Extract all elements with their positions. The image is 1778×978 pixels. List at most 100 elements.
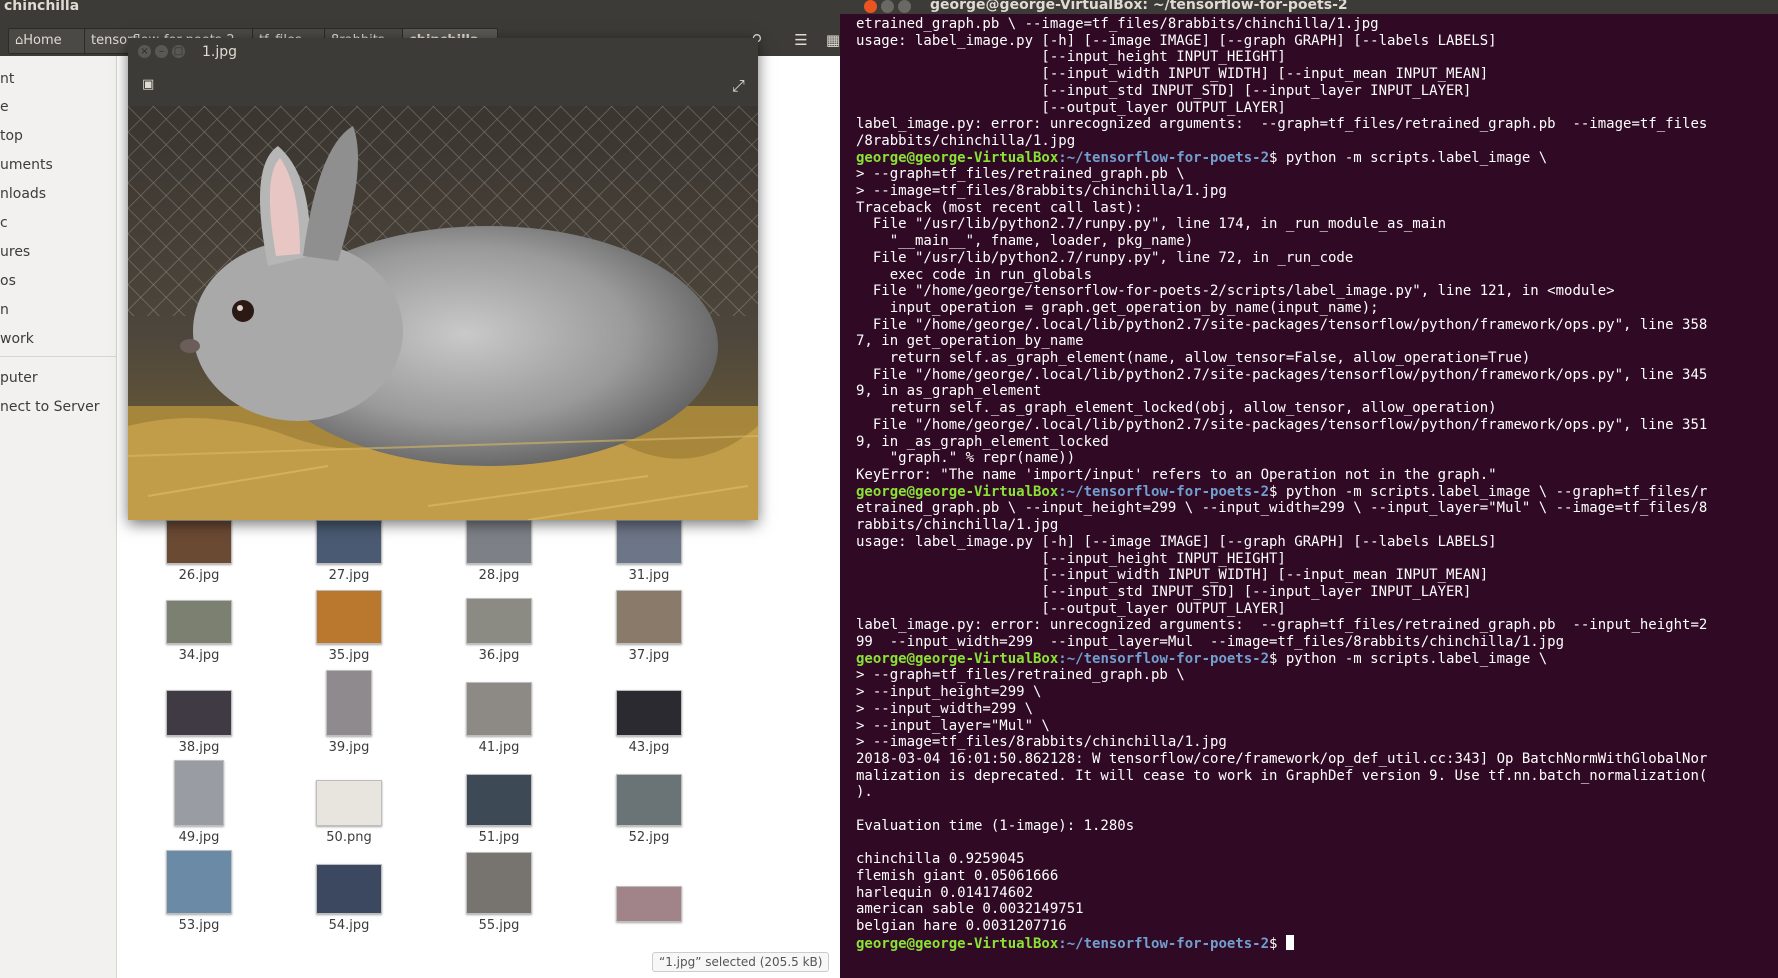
minimize-icon[interactable]: – — [155, 45, 168, 58]
file-item[interactable]: 49.jpg — [139, 760, 259, 845]
list-view-icon[interactable]: ☰ — [788, 27, 814, 53]
terminal-text: label_image.py: error: unrecognized argu… — [856, 116, 1708, 133]
terminal-text: ). — [856, 784, 873, 801]
file-item[interactable]: 43.jpg — [589, 690, 709, 755]
file-item[interactable]: 38.jpg — [139, 690, 259, 755]
file-name: 35.jpg — [328, 648, 370, 663]
terminal-text: [--output_layer OUTPUT_LAYER] — [856, 600, 1286, 617]
file-item[interactable]: 51.jpg — [439, 774, 559, 845]
file-name: 52.jpg — [628, 830, 670, 845]
sidebar-item-pictures[interactable]: ures — [0, 241, 30, 263]
file-item[interactable]: 34.jpg — [139, 600, 259, 663]
terminal-text: "__main__", fname, loader, pkg_name) — [856, 233, 1194, 250]
file-thumbnail — [466, 682, 532, 736]
file-item[interactable]: 52.jpg — [589, 774, 709, 845]
terminal-text: harlequin 0.014174602 — [856, 884, 1034, 901]
breadcrumb-home[interactable]: ⌂Home — [8, 28, 90, 54]
sidebar-item-music[interactable]: c — [0, 212, 8, 234]
file-thumbnail — [174, 760, 224, 826]
file-thumbnail — [466, 598, 532, 644]
file-item[interactable]: 31.jpg — [589, 520, 709, 583]
sidebar-item-documents[interactable]: uments — [0, 154, 53, 176]
sidebar-item-home[interactable]: e — [0, 96, 9, 118]
terminal-text: chinchilla 0.9259045 — [856, 851, 1025, 868]
file-thumbnail — [166, 600, 232, 644]
file-thumbnail — [616, 886, 682, 922]
terminal-text: belgian hare 0.0031207716 — [856, 917, 1067, 934]
terminal-text: 7, in get_operation_by_name — [856, 333, 1084, 350]
file-thumbnail — [616, 774, 682, 826]
file-item[interactable]: 41.jpg — [439, 682, 559, 755]
terminal-text: > --input_layer="Mul" \ — [856, 717, 1050, 734]
terminal-prompt-line: george@george-VirtualBox:~/tensorflow-fo… — [840, 150, 1778, 167]
file-item[interactable]: 35.jpg — [289, 590, 409, 663]
terminal-text: $ python -m scripts.label_image \ --grap… — [1269, 483, 1708, 500]
image-viewer-titlebar: × – □ 1.jpg — [128, 38, 758, 66]
file-item[interactable]: 54.jpg — [289, 864, 409, 933]
file-thumbnail — [616, 590, 682, 644]
terminal-titlebar: george@george-VirtualBox: ~/tensorflow-f… — [840, 0, 1778, 14]
file-item[interactable]: 50.png — [289, 780, 409, 845]
maximize-icon[interactable] — [898, 0, 911, 13]
terminal-text: [--input_width INPUT_WIDTH] [--input_mea… — [856, 66, 1489, 83]
terminal-text: Evaluation time (1-image): 1.280s — [856, 817, 1135, 834]
sidebar-item-network[interactable]: work — [0, 328, 34, 350]
gallery-icon[interactable]: ▣ — [142, 78, 156, 92]
terminal-text: File "/home/george/tensorflow-for-poets-… — [856, 283, 1615, 300]
file-name: 54.jpg — [328, 918, 370, 933]
terminal-line: [--input_height INPUT_HEIGHT] — [840, 49, 1778, 66]
sidebar-item-computer[interactable]: puter — [0, 367, 38, 389]
file-manager-titlebar: chinchilla — [0, 0, 856, 22]
file-item[interactable]: 27.jpg — [289, 520, 409, 583]
file-thumbnail — [316, 864, 382, 914]
terminal-prompt-line: george@george-VirtualBox:~/tensorflow-fo… — [840, 484, 1778, 501]
sidebar-item-trash[interactable]: n — [0, 299, 9, 321]
terminal-line: american sable 0.0032149751 — [840, 901, 1778, 918]
fullscreen-icon[interactable]: ⤢ — [732, 76, 745, 96]
file-item[interactable] — [589, 886, 709, 926]
terminal-line: 2018-03-04 16:01:50.862128: W tensorflow… — [840, 751, 1778, 768]
file-name: 43.jpg — [628, 740, 670, 755]
file-item[interactable]: 39.jpg — [289, 670, 409, 755]
maximize-icon[interactable]: □ — [172, 45, 185, 58]
sidebar-item-downloads[interactable]: nloads — [0, 183, 46, 205]
terminal-line: Evaluation time (1-image): 1.280s — [840, 818, 1778, 835]
file-item[interactable]: 53.jpg — [139, 850, 259, 933]
terminal-text: usage: label_image.py [-h] [--image IMAG… — [856, 533, 1497, 550]
file-item[interactable]: 36.jpg — [439, 598, 559, 663]
file-item[interactable]: 55.jpg — [439, 852, 559, 933]
terminal-line: return self.as_graph_element(name, allow… — [840, 350, 1778, 367]
sidebar-item-videos[interactable]: os — [0, 270, 16, 292]
rabbit-photo-image — [128, 106, 758, 520]
close-icon[interactable] — [864, 0, 877, 13]
terminal-line: "__main__", fname, loader, pkg_name) — [840, 233, 1778, 250]
terminal-line: [--input_std INPUT_STD] [--input_layer I… — [840, 584, 1778, 601]
image-viewer-title: 1.jpg — [202, 44, 238, 60]
file-item[interactable]: 37.jpg — [589, 590, 709, 663]
terminal-text: label_image.py: error: unrecognized argu… — [856, 617, 1708, 634]
close-icon[interactable]: × — [138, 45, 151, 58]
terminal-output[interactable]: etrained_graph.pb \ --image=tf_files/8ra… — [840, 16, 1778, 978]
prompt-path: :~/tensorflow-for-poets-2 — [1058, 935, 1270, 952]
terminal-text: KeyError: "The name 'import/input' refer… — [856, 466, 1497, 483]
file-item[interactable]: 26.jpg — [139, 520, 259, 583]
file-grid: 26.jpg 27.jpg 28.jpg 31.jpg 34.jpg 35.jp… — [124, 520, 714, 978]
sidebar-item-connect-to-server[interactable]: nect to Server — [0, 396, 100, 418]
minimize-icon[interactable] — [881, 0, 894, 13]
image-viewer-window: × – □ 1.jpg ▣ ⤢ — [128, 38, 758, 520]
sidebar-item-recent[interactable]: nt — [0, 68, 14, 90]
file-name: 34.jpg — [178, 648, 220, 663]
sidebar-item-desktop[interactable]: top — [0, 125, 23, 147]
file-item[interactable]: 28.jpg — [439, 520, 559, 583]
terminal-text: File "/usr/lib/python2.7/runpy.py", line… — [856, 216, 1447, 233]
file-name: 38.jpg — [178, 740, 220, 755]
terminal-text: [--input_height INPUT_HEIGHT] — [856, 550, 1286, 567]
terminal-text: malization is deprecated. It will cease … — [856, 767, 1708, 784]
file-name: 28.jpg — [478, 568, 520, 583]
terminal-line: chinchilla 0.9259045 — [840, 851, 1778, 868]
file-name: 36.jpg — [478, 648, 520, 663]
window-title: chinchilla — [4, 0, 80, 14]
terminal-text: american sable 0.0032149751 — [856, 901, 1084, 918]
terminal-line: [--output_layer OUTPUT_LAYER] — [840, 601, 1778, 618]
terminal-line: Traceback (most recent call last): — [840, 200, 1778, 217]
